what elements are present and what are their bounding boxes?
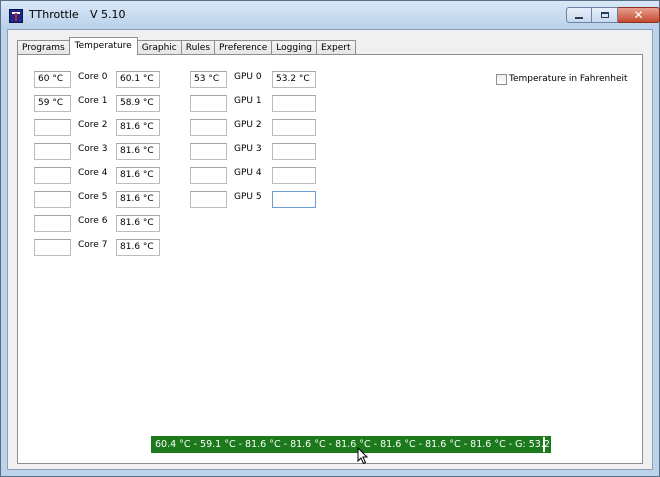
status-separator	[543, 437, 545, 452]
gpu-1-temp-field[interactable]	[272, 95, 316, 112]
core-2-temp-field[interactable]: 81.6 °C	[116, 119, 160, 136]
core-0-setting-field[interactable]: 60 °C	[34, 71, 71, 88]
fahrenheit-checkbox[interactable]	[496, 74, 507, 85]
gpu-2-setting-field[interactable]	[190, 119, 227, 136]
temperature-status-bar: 60.4 °C - 59.1 °C - 81.6 °C - 81.6 °C - …	[151, 436, 564, 453]
core-6-temp-field[interactable]: 81.6 °C	[116, 215, 160, 232]
core-7-setting-field[interactable]	[34, 239, 71, 256]
core-3-setting-field[interactable]	[34, 143, 71, 160]
core-4-label: Core 4	[78, 168, 108, 178]
core-1-setting-field[interactable]: 59 °C	[34, 95, 71, 112]
core-0-label: Core 0	[78, 72, 108, 82]
tab-programs[interactable]: Programs	[17, 40, 70, 55]
temperature-panel	[17, 54, 643, 464]
tab-rules[interactable]: Rules	[180, 40, 216, 55]
core-5-setting-field[interactable]	[34, 191, 71, 208]
gpu-0-temp-field[interactable]: 53.2 °C	[272, 71, 316, 88]
gpu-3-label: GPU 3	[234, 144, 262, 154]
tab-temperature[interactable]: Temperature	[68, 37, 138, 55]
app-window: TThrottle V 5.10 ✕ Programs Temperature …	[0, 0, 660, 477]
close-icon: ✕	[633, 8, 644, 22]
core-5-label: Core 5	[78, 192, 108, 202]
title-bar[interactable]: TThrottle V 5.10 ✕	[1, 1, 660, 29]
gpu-0-setting-field[interactable]: 53 °C	[190, 71, 227, 88]
minimize-icon	[575, 17, 583, 19]
core-3-label: Core 3	[78, 144, 108, 154]
core-4-setting-field[interactable]	[34, 167, 71, 184]
maximize-icon	[600, 12, 609, 18]
app-icon[interactable]	[9, 9, 23, 23]
maximize-button[interactable]	[592, 7, 618, 23]
core-7-temp-field[interactable]: 81.6 °C	[116, 239, 160, 256]
core-5-temp-field[interactable]: 81.6 °C	[116, 191, 160, 208]
tab-preference[interactable]: Preference	[214, 40, 273, 55]
gpu-1-label: GPU 1	[234, 96, 262, 106]
tab-strip: Programs Temperature Graphic Rules Prefe…	[17, 37, 356, 55]
gpu-5-setting-field[interactable]	[190, 191, 227, 208]
gpu-5-label: GPU 5	[234, 192, 262, 202]
gpu-2-label: GPU 2	[234, 120, 262, 130]
tab-logging[interactable]: Logging	[271, 40, 317, 55]
minimize-button[interactable]	[566, 7, 592, 23]
window-version: V 5.10	[90, 8, 126, 21]
core-1-temp-field[interactable]: 58.9 °C	[116, 95, 160, 112]
core-7-label: Core 7	[78, 240, 108, 250]
close-button[interactable]: ✕	[618, 7, 660, 23]
tab-graphic[interactable]: Graphic	[136, 40, 182, 55]
gpu-0-label: GPU 0	[234, 72, 262, 82]
core-3-temp-field[interactable]: 81.6 °C	[116, 143, 160, 160]
gpu-3-temp-field[interactable]	[272, 143, 316, 160]
core-2-setting-field[interactable]	[34, 119, 71, 136]
caption-buttons: ✕	[566, 7, 660, 23]
gpu-4-temp-field[interactable]	[272, 167, 316, 184]
core-6-setting-field[interactable]	[34, 215, 71, 232]
window-title: TThrottle	[29, 8, 79, 21]
core-2-label: Core 2	[78, 120, 108, 130]
core-1-label: Core 1	[78, 96, 108, 106]
gpu-1-setting-field[interactable]	[190, 95, 227, 112]
gpu-2-temp-field[interactable]	[272, 119, 316, 136]
core-0-temp-field[interactable]: 60.1 °C	[116, 71, 160, 88]
gpu-4-label: GPU 4	[234, 168, 262, 178]
gpu-5-temp-field[interactable]	[272, 191, 316, 208]
core-6-label: Core 6	[78, 216, 108, 226]
core-4-temp-field[interactable]: 81.6 °C	[116, 167, 160, 184]
gpu-4-setting-field[interactable]	[190, 167, 227, 184]
fahrenheit-label[interactable]: Temperature in Fahrenheit	[509, 74, 628, 84]
mouse-cursor-icon	[357, 447, 369, 465]
gpu-3-setting-field[interactable]	[190, 143, 227, 160]
tab-expert[interactable]: Expert	[316, 40, 356, 55]
